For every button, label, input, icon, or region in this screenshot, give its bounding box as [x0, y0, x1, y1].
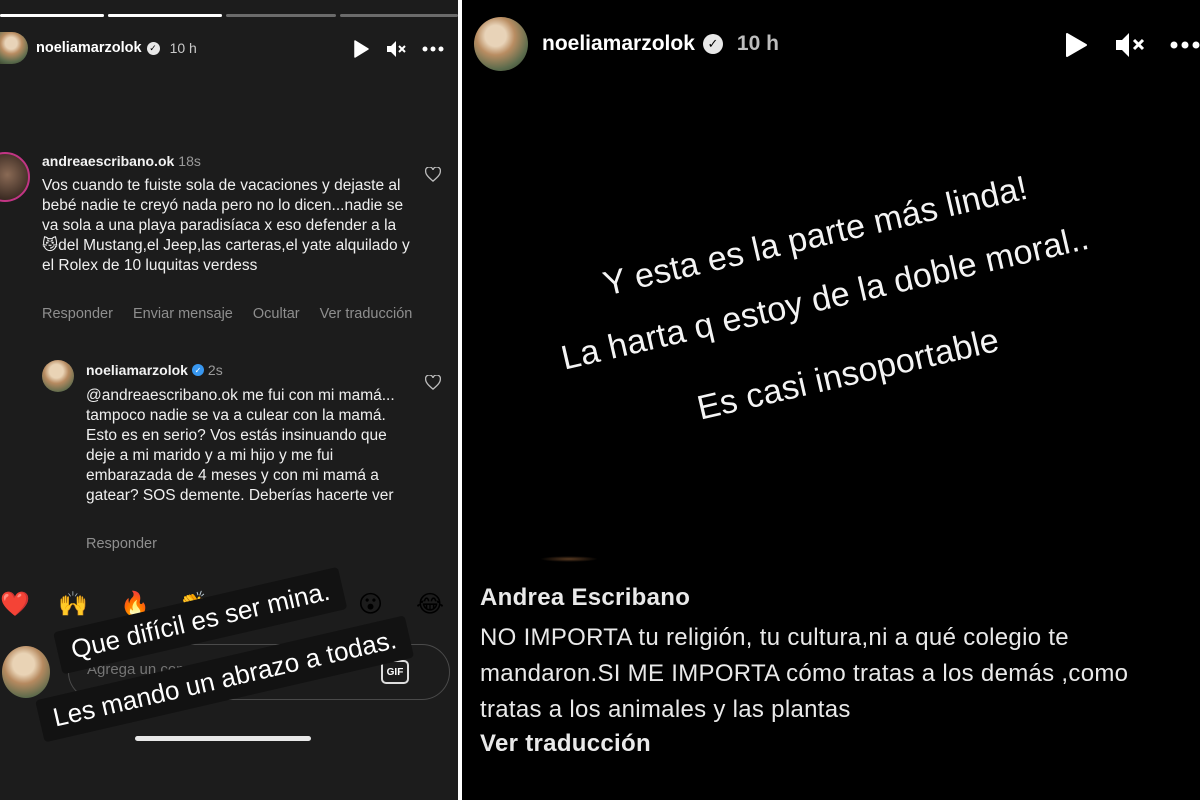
story-header: noeliamarzolok ✓ 10 h: [474, 16, 779, 72]
reply-time: 2s: [207, 362, 223, 378]
like-heart-icon[interactable]: [424, 374, 443, 393]
progress-segment: [340, 14, 458, 17]
right-story-panel: noeliamarzolok ✓ 10 h Y esta es la parte…: [462, 0, 1200, 800]
reply-button[interactable]: Responder: [42, 306, 113, 322]
progress-segment: [0, 14, 104, 17]
verified-badge-icon: ✓: [702, 34, 723, 54]
more-icon[interactable]: [420, 38, 446, 60]
progress-segment: [226, 14, 336, 17]
send-message-button[interactable]: Enviar mensaje: [133, 306, 233, 322]
story-time: 10 h: [736, 32, 779, 55]
reply-actions: Responder: [86, 536, 157, 552]
story-progress-bars: [0, 14, 458, 18]
heart-reaction[interactable]: ❤️: [0, 590, 30, 618]
comment-actions: Responder Enviar mensaje Ocultar Ver tra…: [42, 306, 412, 322]
comment-text: Vos cuando te fuiste sola de vacaciones …: [42, 177, 410, 274]
see-translation-button[interactable]: Ver traducción: [320, 306, 413, 322]
my-avatar: [2, 646, 50, 698]
quoted-comment-author: Andrea Escribano: [480, 584, 691, 611]
story-time: 10 h: [169, 40, 197, 56]
raising-hands-reaction[interactable]: 🙌: [58, 590, 88, 618]
story-header: noeliamarzolok ✓ 10 h: [0, 32, 197, 64]
reply-button[interactable]: Responder: [86, 536, 157, 552]
avatar[interactable]: [0, 32, 28, 64]
comment-username[interactable]: andreaescribano.ok 18s: [42, 153, 201, 169]
story-username[interactable]: noeliamarzolok: [542, 32, 695, 56]
progress-segment: [108, 14, 222, 17]
play-icon[interactable]: [1062, 30, 1090, 60]
commenter-avatar[interactable]: [0, 152, 30, 202]
surprised-reaction[interactable]: 😮: [358, 590, 383, 618]
reply-avatar[interactable]: [42, 360, 74, 392]
verified-badge-icon: ✓: [191, 364, 204, 376]
hide-button[interactable]: Ocultar: [253, 306, 300, 322]
left-story-panel: noeliamarzolok ✓ 10 h andreaescribano.ok…: [0, 0, 458, 800]
background-glow: [540, 556, 598, 562]
like-heart-icon[interactable]: [424, 166, 443, 185]
home-indicator: [135, 736, 311, 741]
reply-text: @andreaescribano.ok me fui con mi mamá..…: [86, 387, 395, 504]
mute-icon[interactable]: [384, 38, 408, 60]
more-icon[interactable]: [1170, 30, 1200, 60]
reply-username[interactable]: noeliamarzolok ✓ 2s: [86, 362, 223, 378]
laughing-reaction[interactable]: 😂: [416, 590, 444, 618]
verified-badge-icon: ✓: [146, 41, 160, 55]
quoted-comment-text: NO IMPORTA tu religión, tu cultura,ni a …: [480, 624, 1129, 723]
comment-time: 18s: [178, 153, 201, 169]
mute-icon[interactable]: [1114, 30, 1146, 60]
story-username[interactable]: noeliamarzolok: [36, 40, 142, 56]
see-translation-button[interactable]: Ver traducción: [480, 730, 651, 758]
play-icon[interactable]: [350, 38, 372, 60]
avatar[interactable]: [474, 17, 528, 71]
